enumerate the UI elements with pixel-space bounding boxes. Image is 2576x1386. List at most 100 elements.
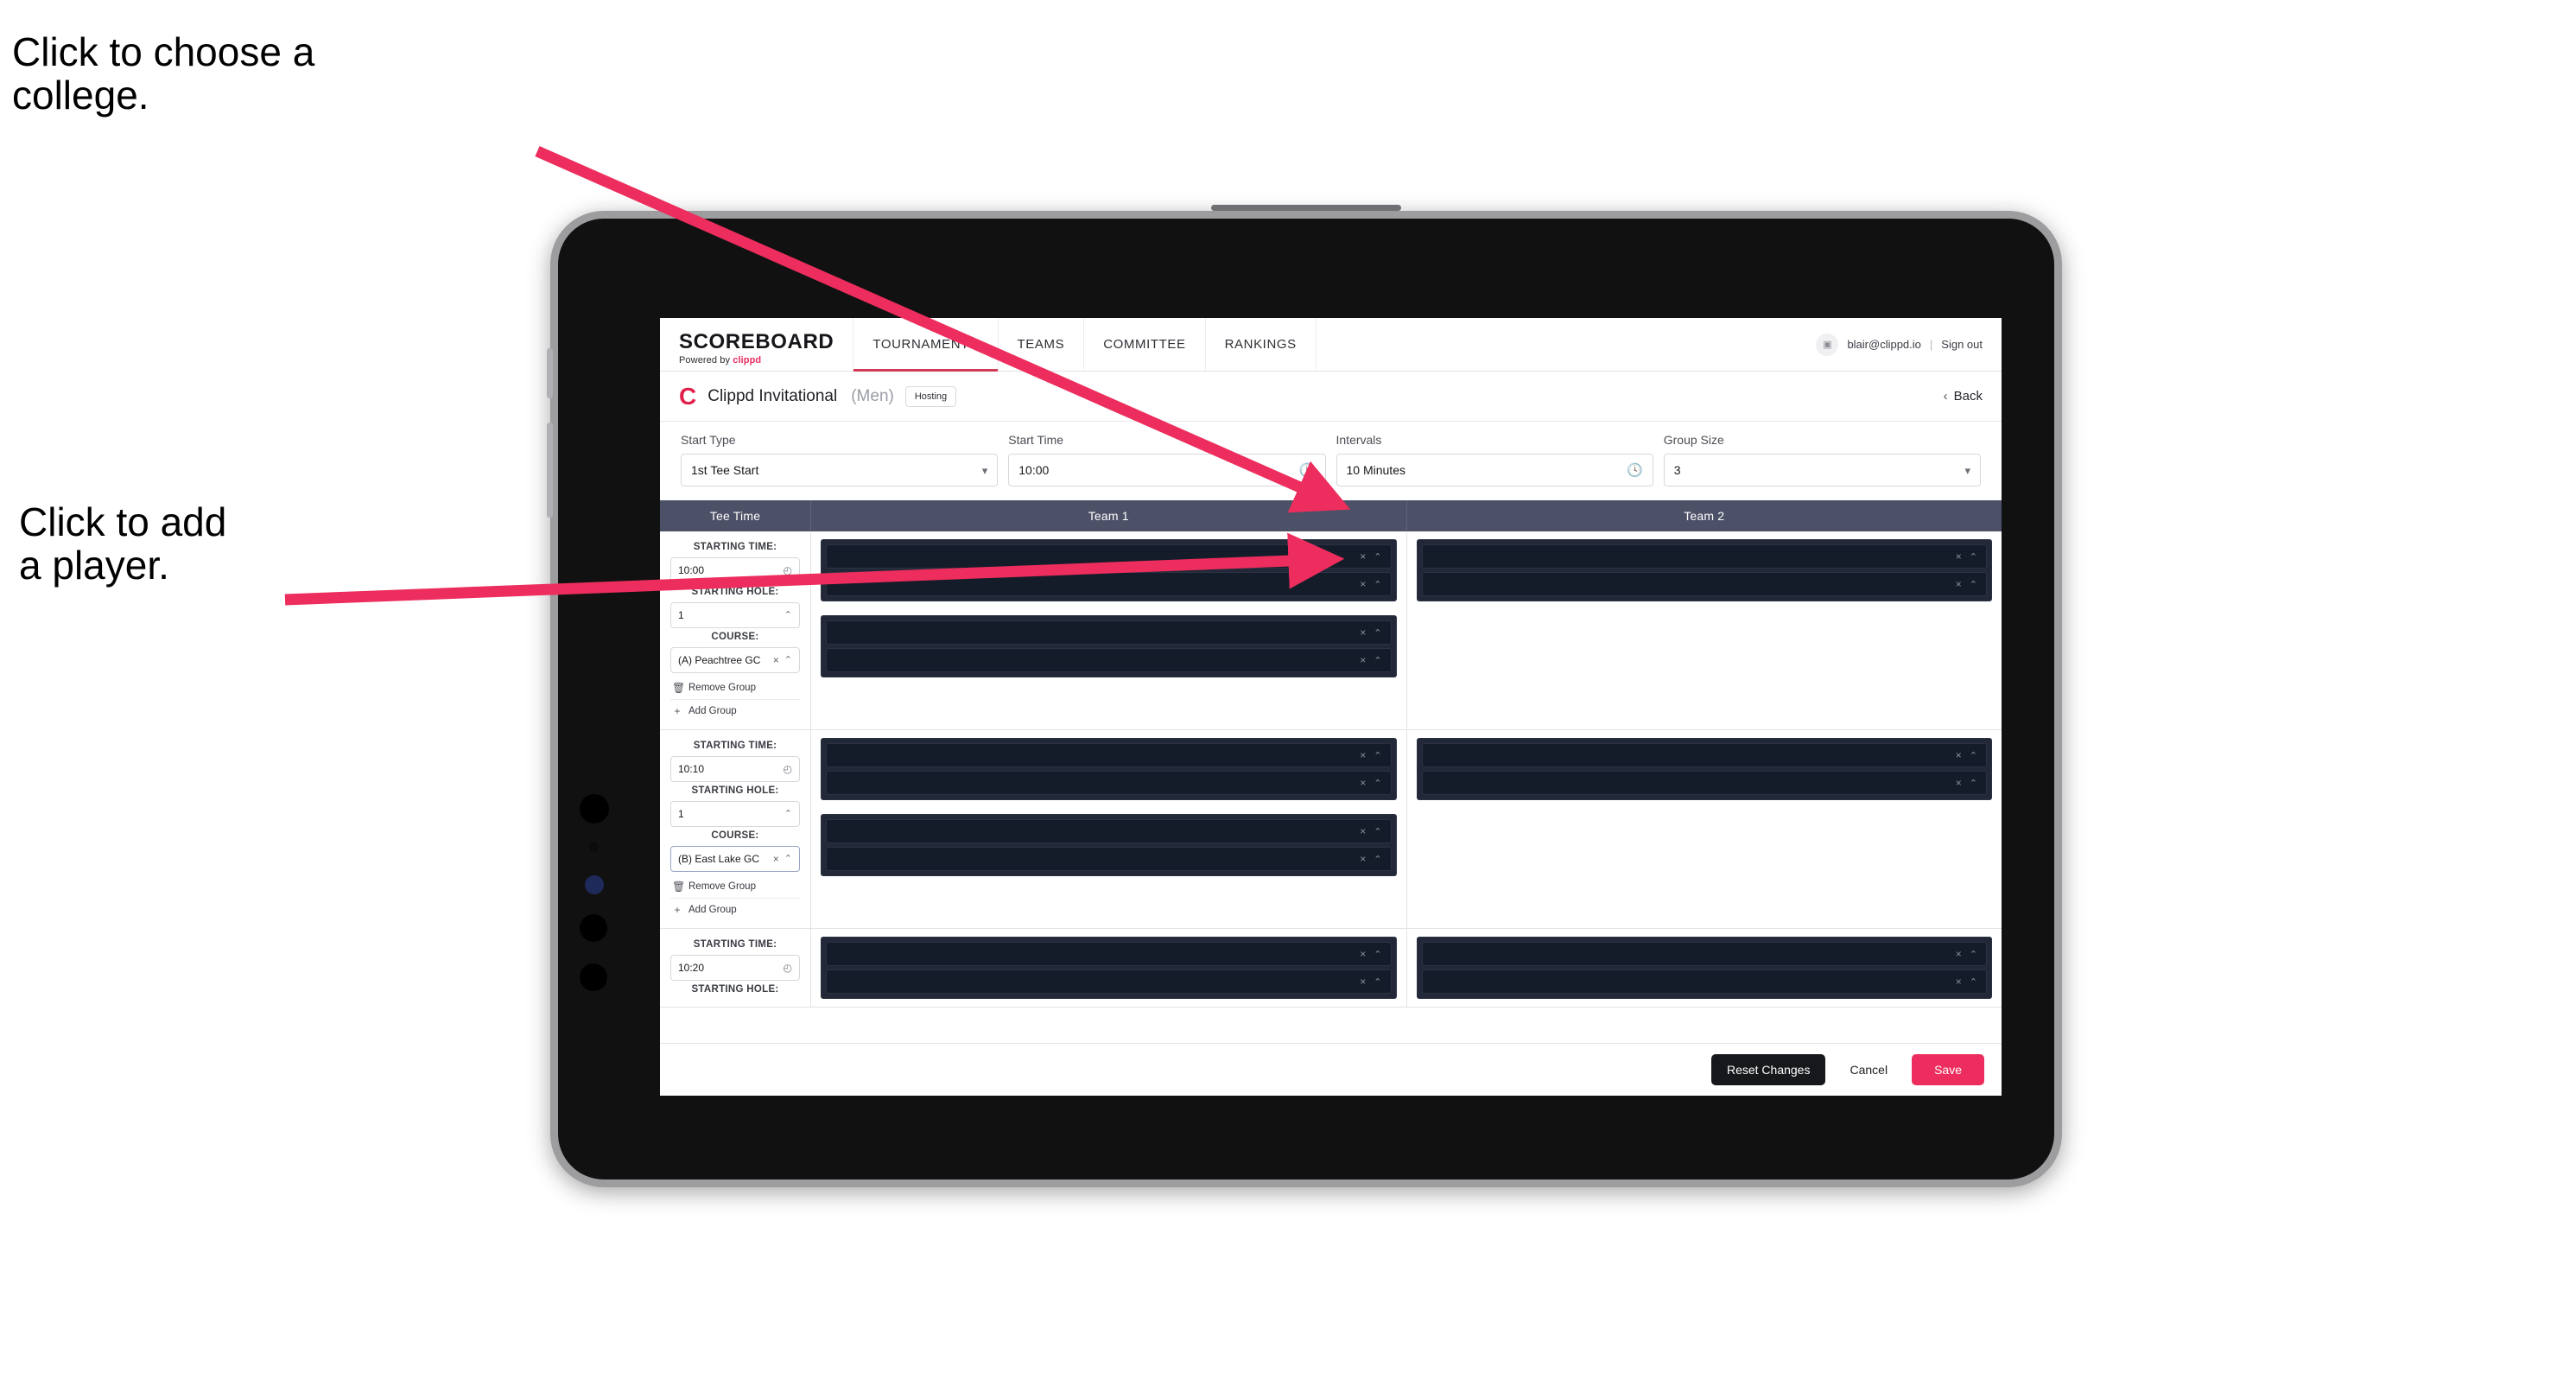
nav-tab-rankings[interactable]: RANKINGS <box>1206 318 1317 371</box>
clear-player-icon[interactable]: × <box>1360 825 1366 837</box>
player-slot-row[interactable]: × ⌃ <box>826 847 1392 871</box>
clock-icon[interactable]: ◴ <box>784 565 792 575</box>
add-group-button[interactable]: + Add Group <box>670 699 800 722</box>
back-button[interactable]: ‹ Back <box>1944 389 1983 404</box>
player-slot-row[interactable]: × ⌃ <box>826 970 1392 994</box>
player-slot-row[interactable]: × ⌃ <box>826 942 1392 966</box>
account-area: ▣ blair@clippd.io | Sign out <box>1816 318 2002 371</box>
stepper-icon[interactable]: ⌃ <box>1374 976 1381 988</box>
stepper-icon[interactable]: ▾ <box>982 465 988 476</box>
clear-player-icon[interactable]: × <box>1360 626 1366 639</box>
clock-icon[interactable]: ◴ <box>784 963 792 973</box>
nav-tab-teams[interactable]: TEAMS <box>999 318 1085 371</box>
player-slot-row[interactable]: × ⌃ <box>826 771 1392 795</box>
player-slot-row[interactable]: × ⌃ <box>826 819 1392 843</box>
clock-icon[interactable]: 🕓 <box>1299 464 1316 477</box>
stepper-icon[interactable]: ⌃ <box>1374 627 1381 639</box>
player-slot-row[interactable]: × ⌃ <box>1421 572 1987 596</box>
player-slot-row[interactable]: × ⌃ <box>826 620 1392 645</box>
clock-icon[interactable]: ◴ <box>784 764 792 774</box>
brand-logo[interactable]: SCOREBOARD Powered by clippd <box>660 318 853 371</box>
stepper-icon[interactable]: ⌃ <box>1374 551 1381 563</box>
clear-player-icon[interactable]: × <box>1360 777 1366 789</box>
stepper-icon[interactable]: ⌃ <box>1374 854 1381 865</box>
starting-hole-label: STARTING HOLE: <box>691 587 779 597</box>
stepper-icon[interactable]: ⌃ <box>784 655 792 665</box>
reset-changes-button[interactable]: Reset Changes <box>1710 1054 1826 1085</box>
stepper-icon[interactable]: ⌃ <box>784 854 792 864</box>
starting-hole-input-value: 1 <box>678 808 684 820</box>
stepper-icon[interactable]: ⌃ <box>1374 826 1381 837</box>
save-button[interactable]: Save <box>1912 1054 1984 1085</box>
stepper-icon[interactable]: ▾ <box>1964 465 1970 476</box>
stepper-icon[interactable]: ⌃ <box>1970 750 1977 761</box>
stepper-icon[interactable]: ⌃ <box>1970 551 1977 563</box>
player-slot-row[interactable]: × ⌃ <box>1421 771 1987 795</box>
remove-group-button[interactable]: 🗑 Remove Group <box>670 875 800 898</box>
add-group-button[interactable]: + Add Group <box>670 898 800 921</box>
start-type-select[interactable]: 1st Tee Start ▾ <box>681 454 999 486</box>
player-slot-row[interactable]: × ⌃ <box>1421 942 1987 966</box>
clear-player-icon[interactable]: × <box>1360 749 1366 761</box>
starting-time-input[interactable]: 10:20 ◴ <box>670 955 800 981</box>
clear-player-icon[interactable]: × <box>1956 777 1962 789</box>
clear-player-icon[interactable]: × <box>1956 578 1962 590</box>
start-time-input[interactable]: 10:00 🕓 <box>1008 454 1326 486</box>
clear-player-icon[interactable]: × <box>1360 853 1366 865</box>
annotation-add-player: Click to add a player. <box>19 499 227 588</box>
player-slot-row[interactable]: × ⌃ <box>1421 970 1987 994</box>
intervals-input[interactable]: 10 Minutes 🕓 <box>1336 454 1653 486</box>
player-slot-row[interactable]: × ⌃ <box>826 544 1392 569</box>
player-slot-row[interactable]: × ⌃ <box>826 743 1392 767</box>
nav-tab-tournaments[interactable]: TOURNAMENTS <box>853 318 999 372</box>
clock-icon[interactable]: 🕓 <box>1627 464 1643 477</box>
stepper-icon[interactable]: ⌃ <box>1970 778 1977 789</box>
clear-player-icon[interactable]: × <box>1360 578 1366 590</box>
cancel-button[interactable]: Cancel <box>1839 1054 1898 1085</box>
starting-hole-input[interactable]: 1 ⌃ <box>670 602 800 628</box>
starting-time-input[interactable]: 10:00 ◴ <box>670 557 800 583</box>
stepper-icon[interactable]: ⌃ <box>784 809 792 819</box>
clear-player-icon[interactable]: × <box>1360 976 1366 988</box>
clear-player-icon[interactable]: × <box>1360 550 1366 563</box>
sign-out-link[interactable]: Sign out <box>1941 338 1983 351</box>
clear-player-icon[interactable]: × <box>1956 550 1962 563</box>
stepper-icon[interactable]: ⌃ <box>1374 949 1381 960</box>
clear-player-icon[interactable]: × <box>1360 654 1366 666</box>
clear-player-icon[interactable]: × <box>1956 749 1962 761</box>
stepper-icon[interactable]: ⌃ <box>784 610 792 620</box>
stepper-icon[interactable]: ⌃ <box>1374 579 1381 590</box>
course-select[interactable]: (B) East Lake GC × ⌃ <box>670 846 800 872</box>
tee-time-cell: STARTING TIME: 10:10 ◴ STARTING HOLE: 1 ⌃ COUR… <box>660 730 811 928</box>
stepper-icon[interactable]: ⌃ <box>1970 579 1977 590</box>
team-1-cell: × ⌃ × ⌃ × ⌃ × ⌃ <box>811 730 1407 928</box>
group-size-select[interactable]: 3 ▾ <box>1663 454 1981 486</box>
stepper-icon[interactable]: ⌃ <box>1374 655 1381 666</box>
user-avatar-icon[interactable]: ▣ <box>1816 333 1839 356</box>
nav-tab-committee[interactable]: COMMITTEE <box>1084 318 1206 371</box>
player-slot-row[interactable]: × ⌃ <box>826 572 1392 596</box>
remove-group-button[interactable]: 🗑 Remove Group <box>670 677 800 699</box>
course-select[interactable]: (A) Peachtree GC × ⌃ <box>670 647 800 673</box>
stepper-icon[interactable]: ⌃ <box>1374 778 1381 789</box>
clear-player-icon[interactable]: × <box>1360 948 1366 960</box>
clear-icon[interactable]: × <box>773 654 779 666</box>
tee-sheet-table-header: Tee Time Team 1 Team 2 <box>660 500 2002 531</box>
player-slot-row[interactable]: × ⌃ <box>1421 743 1987 767</box>
team-2-cell: × ⌃ × ⌃ <box>1406 929 2002 1007</box>
stepper-icon[interactable]: ⌃ <box>1970 976 1977 988</box>
player-slot-row[interactable]: × ⌃ <box>1421 544 1987 569</box>
starting-hole-input[interactable]: 1 ⌃ <box>670 801 800 827</box>
field-start-type: Start Type 1st Tee Start ▾ <box>676 433 1003 486</box>
clear-player-icon[interactable]: × <box>1956 976 1962 988</box>
brand-tagline: Powered by clippd <box>679 355 834 366</box>
player-slot-block: × ⌃ × ⌃ <box>1416 937 1992 999</box>
clear-icon[interactable]: × <box>773 853 779 865</box>
starting-time-input[interactable]: 10:10 ◴ <box>670 756 800 782</box>
tee-time-group-row: STARTING TIME: 10:00 ◴ STARTING HOLE: 1 ⌃ COUR… <box>660 531 2002 730</box>
stepper-icon[interactable]: ⌃ <box>1374 750 1381 761</box>
player-slot-row[interactable]: × ⌃ <box>826 648 1392 672</box>
stepper-icon[interactable]: ⌃ <box>1970 949 1977 960</box>
clear-player-icon[interactable]: × <box>1956 948 1962 960</box>
back-button-label: Back <box>1953 389 1983 404</box>
